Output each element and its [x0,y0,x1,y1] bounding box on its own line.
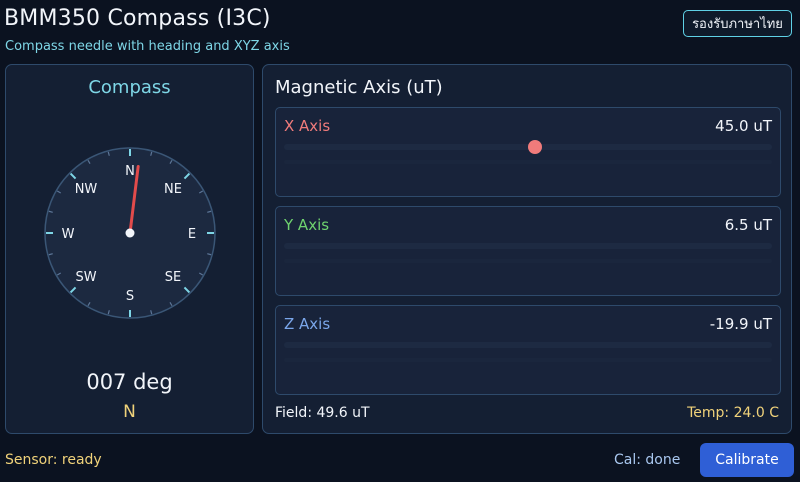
y-axis-label: Y Axis [284,216,330,234]
x-axis-track-secondary [284,160,772,164]
compass-dial: N NE E SE S SW W NW [44,147,216,319]
compass-hub [125,228,135,238]
z-axis-track [284,342,772,348]
y-axis-track-secondary [284,259,772,263]
temperature: Temp: 24.0 C [687,405,779,421]
calibration-status: Cal: done [614,452,681,468]
page-title: BMM350 Compass (I3C) [4,6,271,31]
compass-label-s: S [126,289,134,304]
heading-value: 007 deg [86,370,173,394]
compass-label-nw: NW [75,182,98,197]
heading-direction: N [123,402,136,422]
x-axis-label: X Axis [284,117,331,135]
y-axis-value: 6.5 uT [724,216,772,234]
compass-label-ne: NE [164,182,182,197]
compass-panel: Compass N NE E SE S SW W NW 007 deg N [5,64,254,434]
calibrate-button[interactable]: Calibrate [700,443,794,477]
compass-label-w: W [62,227,75,242]
y-axis-track [284,243,772,249]
compass-label-se: SE [165,270,181,285]
compass-label-e: E [188,227,196,242]
x-axis-card: X Axis 45.0 uT [275,107,781,197]
z-axis-label: Z Axis [284,315,331,333]
x-axis-marker [528,140,542,154]
app-window: BMM350 Compass (I3C) Compass needle with… [0,0,800,482]
sensor-status: Sensor: ready [5,452,102,468]
field-strength: Field: 49.6 uT [275,405,370,421]
compass-label-n: N [125,164,135,179]
z-axis-card: Z Axis -19.9 uT [275,305,781,395]
x-axis-value: 45.0 uT [715,117,772,135]
z-axis-value: -19.9 uT [709,315,772,333]
page-subtitle: Compass needle with heading and XYZ axis [5,39,290,54]
compass-label-sw: SW [75,270,96,285]
axis-title: Magnetic Axis (uT) [275,77,443,98]
compass-title: Compass [88,77,171,98]
y-axis-card: Y Axis 6.5 uT [275,206,781,296]
axis-panel: Magnetic Axis (uT) X Axis 45.0 uT Y Axis… [262,64,792,434]
z-axis-track-secondary [284,358,772,362]
language-button[interactable]: รองรับภาษาไทย [683,10,792,37]
